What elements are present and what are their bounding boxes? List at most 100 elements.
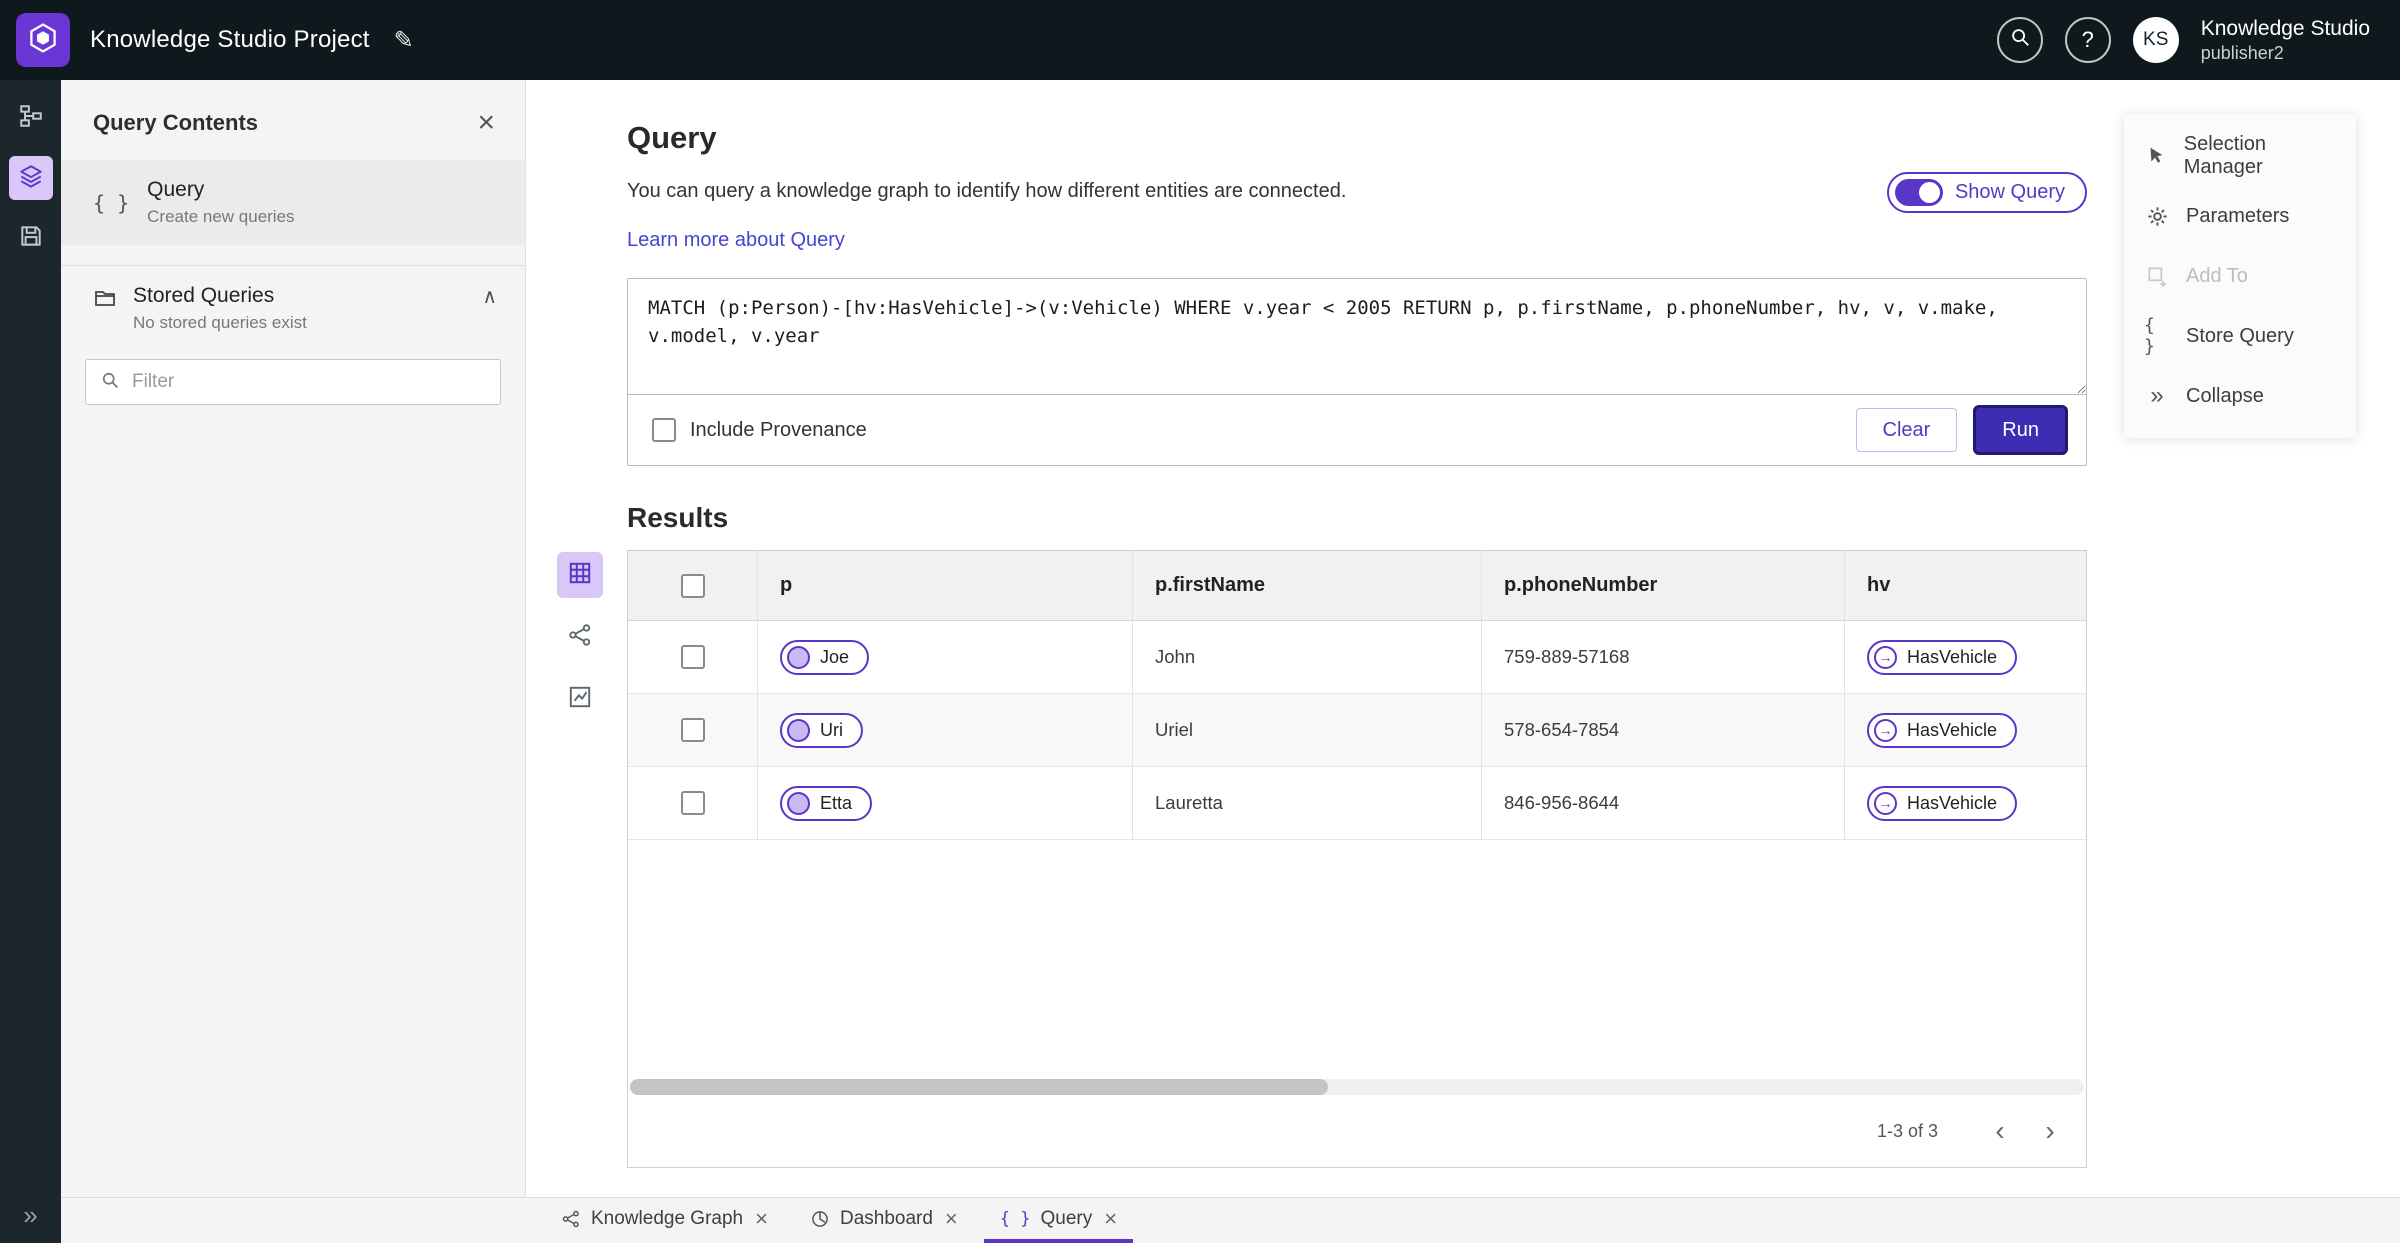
folder-icon	[93, 284, 117, 333]
node-label: Uri	[820, 719, 843, 740]
gear-icon	[2144, 205, 2170, 228]
node-pill[interactable]: Etta	[780, 785, 873, 821]
stored-queries-section[interactable]: Stored Queries No stored queries exist ∧	[61, 265, 525, 349]
rail-item-save[interactable]	[9, 216, 53, 260]
rail-item-queries[interactable]	[8, 156, 53, 200]
graph-view-button[interactable]	[557, 614, 603, 660]
table-grid-icon	[567, 560, 593, 591]
pagination-label: 1-3 of 3	[1876, 1120, 1938, 1141]
filter-box	[85, 359, 501, 405]
row-checkbox[interactable]	[680, 791, 705, 815]
rail-expand-button[interactable]: »	[0, 1200, 61, 1231]
results-table: p p.firstName p.phoneNumber hv Joe John …	[627, 550, 2087, 1168]
previous-page-button[interactable]: ‹	[1978, 1109, 2022, 1153]
selection-manager-button[interactable]: Selection Manager	[2124, 126, 2356, 186]
hexagon-logo-icon	[26, 21, 60, 60]
include-provenance-checkbox[interactable]	[652, 418, 676, 442]
filter-search-icon	[100, 370, 120, 395]
edge-label: HasVehicle	[1907, 646, 1998, 667]
row-checkbox[interactable]	[680, 718, 705, 742]
edge-label: HasVehicle	[1907, 792, 1998, 813]
cell-phonenumber: 759-889-57168	[1504, 646, 1630, 667]
search-icon	[2009, 26, 2031, 54]
layers-icon	[18, 163, 44, 194]
app-logo[interactable]	[16, 13, 70, 67]
dashboard-icon	[810, 1209, 830, 1229]
tab-label: Knowledge Graph	[591, 1207, 744, 1229]
project-title: Knowledge Studio Project	[90, 26, 370, 53]
column-header-p[interactable]: p	[758, 551, 1133, 620]
knowledge-graph-icon	[561, 1209, 581, 1229]
rail-item-model[interactable]	[9, 96, 53, 140]
tab-knowledge-graph[interactable]: Knowledge Graph ×	[545, 1198, 784, 1243]
column-header-hv[interactable]: hv	[1845, 551, 2086, 620]
avatar[interactable]: KS	[2132, 17, 2179, 63]
table-view-button[interactable]	[557, 552, 603, 598]
row-checkbox[interactable]	[680, 645, 705, 669]
top-bar: Knowledge Studio Project ✎ ? KS Knowledg…	[0, 0, 2400, 80]
save-icon	[18, 223, 44, 254]
close-icon[interactable]: ×	[755, 1207, 768, 1230]
next-page-button[interactable]: ›	[2028, 1109, 2072, 1153]
help-icon: ?	[2081, 27, 2094, 52]
show-query-toggle[interactable]: Show Query	[1886, 172, 2087, 213]
search-button[interactable]	[1996, 17, 2043, 63]
arrow-right-icon: →	[1874, 718, 1897, 742]
account-product: Knowledge Studio	[2200, 16, 2370, 40]
chart-icon	[567, 684, 593, 715]
tab-dashboard[interactable]: Dashboard ×	[794, 1198, 974, 1243]
node-dot-icon	[787, 791, 810, 815]
close-icon[interactable]: ×	[945, 1207, 958, 1230]
include-provenance-label: Include Provenance	[690, 418, 867, 441]
chart-view-button[interactable]	[557, 676, 603, 722]
results-view-toolbar	[557, 552, 603, 722]
column-header-phonenumber[interactable]: p.phoneNumber	[1482, 551, 1845, 620]
results-title: Results	[627, 502, 729, 533]
node-pill[interactable]: Joe	[780, 639, 870, 675]
show-query-label: Show Query	[1954, 181, 2065, 203]
query-item-title: Query	[147, 178, 205, 201]
node-label: Joe	[820, 646, 850, 667]
table-row: Etta Lauretta 846-956-8644 → HasVehicle	[628, 767, 2086, 840]
tab-query[interactable]: { } Query ×	[983, 1198, 1134, 1243]
stored-queries-subtitle: No stored queries exist	[133, 313, 307, 332]
node-dot-icon	[787, 645, 810, 669]
learn-more-link[interactable]: Learn more about Query	[627, 229, 845, 252]
chevron-up-icon[interactable]: ∧	[482, 284, 497, 333]
toggle-switch-icon	[1894, 179, 1943, 206]
store-query-button[interactable]: { } Store Query	[2124, 306, 2356, 366]
run-button[interactable]: Run	[1973, 405, 2068, 455]
query-editor-box: MATCH (p:Person)-[hv:HasVehicle]->(v:Veh…	[627, 278, 2087, 466]
pagination: 1-3 of 3 ‹ ›	[628, 1095, 2086, 1167]
help-button[interactable]: ?	[2064, 17, 2111, 63]
parameters-button[interactable]: Parameters	[2124, 186, 2356, 246]
edit-title-icon[interactable]: ✎	[394, 26, 414, 55]
sidebar-item-query[interactable]: { } Query Create new queries	[61, 160, 525, 245]
account-menu[interactable]: Knowledge Studio publisher2	[2201, 16, 2370, 65]
clear-button[interactable]: Clear	[1855, 408, 1958, 452]
cell-phonenumber: 578-654-7854	[1504, 719, 1620, 740]
close-icon[interactable]: ×	[1104, 1207, 1117, 1230]
horizontal-scrollbar[interactable]	[630, 1079, 2084, 1095]
panel-close-icon[interactable]: ×	[477, 108, 495, 138]
node-pill[interactable]: Uri	[780, 712, 863, 748]
tab-label: Dashboard	[839, 1207, 933, 1229]
add-to-button: Add To	[2124, 246, 2356, 306]
query-textarea[interactable]: MATCH (p:Person)-[hv:HasVehicle]->(v:Veh…	[628, 279, 2086, 395]
collapse-panel-button[interactable]: » Collapse	[2124, 366, 2356, 426]
cell-phonenumber: 846-956-8644	[1504, 792, 1620, 813]
left-rail: »	[0, 80, 61, 1243]
column-header-firstname[interactable]: p.firstName	[1133, 551, 1482, 620]
edge-pill[interactable]: → HasVehicle	[1867, 785, 2018, 821]
query-description: You can query a knowledge graph to ident…	[627, 180, 1347, 202]
query-item-subtitle: Create new queries	[147, 207, 295, 226]
edge-pill[interactable]: → HasVehicle	[1867, 639, 2018, 675]
account-user: publisher2	[2200, 42, 2284, 63]
model-hierarchy-icon	[18, 103, 44, 134]
edge-pill[interactable]: → HasVehicle	[1867, 712, 2018, 748]
select-all-checkbox[interactable]	[680, 573, 705, 598]
scrollbar-thumb[interactable]	[630, 1079, 1328, 1095]
filter-input[interactable]	[132, 371, 486, 393]
braces-icon: { }	[2144, 315, 2155, 357]
selection-manager-label: Selection Manager	[2183, 133, 2267, 178]
